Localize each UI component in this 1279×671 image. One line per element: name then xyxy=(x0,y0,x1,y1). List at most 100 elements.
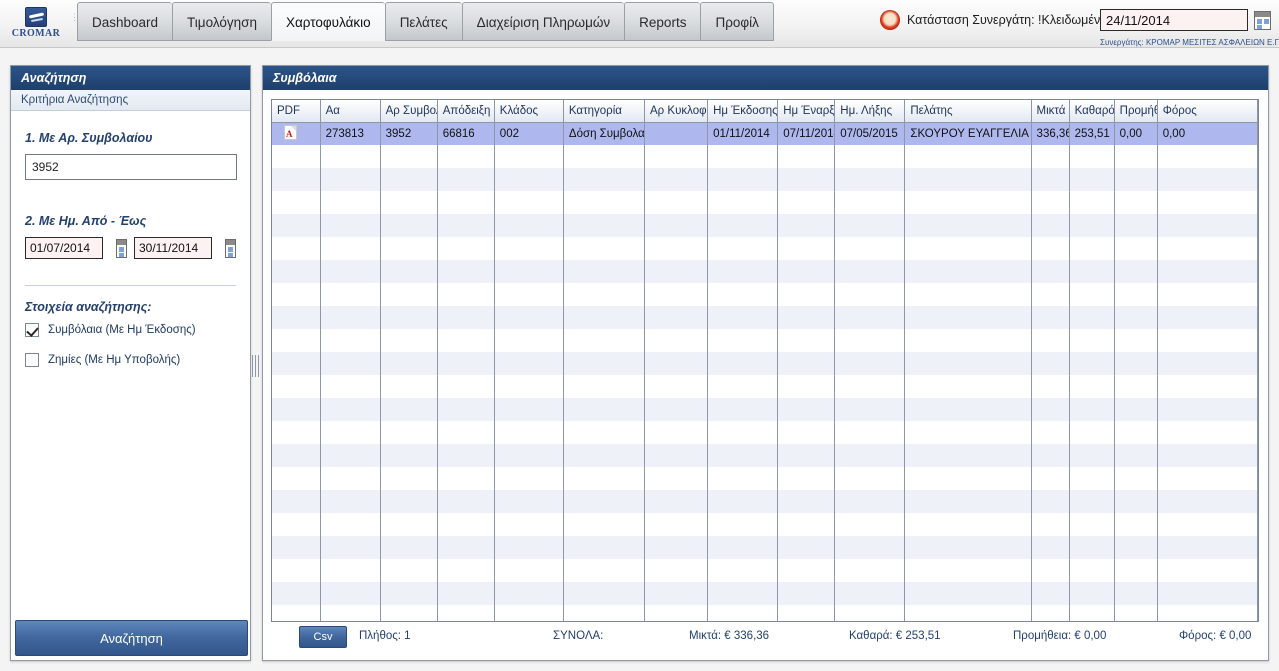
option-claims[interactable]: Ζημίες (Με Ημ Υποβολής) xyxy=(25,353,236,367)
grid-cell-empty xyxy=(437,214,495,237)
grid-cell-empty xyxy=(707,490,779,513)
grid-cell-empty xyxy=(1114,513,1158,536)
table-row-empty[interactable] xyxy=(272,375,1258,398)
nav-tab-6[interactable]: Reports xyxy=(624,2,701,41)
grid-header-cell[interactable]: Ημ. Λήξης xyxy=(834,100,906,123)
grid-header-cell[interactable]: Ημ Έναρξης xyxy=(777,100,836,123)
table-row-empty[interactable] xyxy=(272,191,1258,214)
nav-tab-3[interactable]: Χαρτοφυλάκιο xyxy=(270,2,385,41)
grid-header-cell[interactable]: Ημ Έκδοσης xyxy=(707,100,779,123)
grid-cell-empty xyxy=(1069,306,1115,329)
grid-cell-empty xyxy=(272,513,321,536)
grid-cell-empty xyxy=(904,260,1032,283)
option-policies[interactable]: Συμβόλαια (Με Ημ Έκδοσης) xyxy=(25,323,236,337)
nav-tab-2[interactable]: Τιμολόγηση xyxy=(172,2,271,41)
nav-tab-7[interactable]: Προφίλ xyxy=(700,2,774,41)
grid-cell-empty xyxy=(1114,191,1158,214)
grid-cell-empty xyxy=(437,283,495,306)
grid-header-cell[interactable]: Απόδειξη xyxy=(437,100,495,123)
table-row-empty[interactable] xyxy=(272,214,1258,237)
grid-header-cell[interactable]: Αρ Κυκλοφο xyxy=(644,100,709,123)
calendar-icon[interactable] xyxy=(1254,10,1271,30)
policy-number-input[interactable] xyxy=(25,154,237,180)
grid-cell-empty xyxy=(380,168,438,191)
table-row-empty[interactable] xyxy=(272,536,1258,559)
nav-tab-1[interactable]: Dashboard xyxy=(77,2,173,41)
table-row[interactable]: 273813395266816002Δόση Συμβολα 01/11/2014… xyxy=(272,122,1258,145)
grid-header-cell[interactable]: Καθαρό xyxy=(1069,100,1115,123)
grid-cell-empty xyxy=(494,168,564,191)
grid-header-cell[interactable]: PDF xyxy=(272,100,321,123)
grid-header-cell[interactable]: Πελάτης xyxy=(904,100,1032,123)
grid-cell-empty xyxy=(563,536,646,559)
grid-cell-empty xyxy=(563,605,646,621)
grid-cell-empty xyxy=(1031,283,1070,306)
results-grid-container[interactable]: PDF Αα Αρ Συμβολ Απόδειξη Κλάδος Κατηγορία Αρ … xyxy=(271,99,1259,622)
nav-tab-4[interactable]: Πελάτες xyxy=(384,2,462,41)
results-panel-title: Συμβόλαια xyxy=(263,66,1268,90)
grid-cell-empty xyxy=(272,214,321,237)
export-csv-button[interactable]: Csv xyxy=(299,626,347,648)
grid-cell-empty xyxy=(494,145,564,168)
table-row-empty[interactable] xyxy=(272,490,1258,513)
grid-cell-empty xyxy=(494,352,564,375)
table-row-empty[interactable] xyxy=(272,421,1258,444)
grid-cell-empty xyxy=(494,582,564,605)
grid-cell-empty xyxy=(904,375,1032,398)
calendar-from-icon[interactable] xyxy=(116,238,127,258)
grid-cell-empty xyxy=(644,444,709,467)
grid-cell-empty xyxy=(437,237,495,260)
grid-cell-empty xyxy=(494,260,564,283)
calendar-to-icon[interactable] xyxy=(225,238,236,258)
cromar-logo[interactable]: CROMAR xyxy=(8,3,64,43)
grid-header-cell[interactable]: Κατηγορία xyxy=(563,100,646,123)
search-submit-button[interactable]: Αναζήτηση xyxy=(15,620,248,656)
grid-header-cell[interactable]: Προμήθε xyxy=(1114,100,1158,123)
grid-cell-empty xyxy=(437,513,495,536)
grid-header-cell[interactable]: Φόρος xyxy=(1157,100,1258,123)
grid-cell-empty xyxy=(644,582,709,605)
table-row-empty[interactable] xyxy=(272,329,1258,352)
grid-header-cell[interactable]: Κλάδος xyxy=(494,100,564,123)
pdf-icon[interactable] xyxy=(284,124,297,140)
panel-splitter[interactable] xyxy=(250,65,261,661)
table-row-empty[interactable] xyxy=(272,605,1258,621)
table-row-empty[interactable] xyxy=(272,582,1258,605)
grid-cell-empty xyxy=(707,329,779,352)
splitter-grip[interactable] xyxy=(252,355,259,377)
grid-cell-empty xyxy=(777,283,836,306)
grid-cell-empty xyxy=(380,306,438,329)
nav-tab-5[interactable]: Διαχείριση Πληρωμών xyxy=(461,2,625,41)
date-to-input[interactable] xyxy=(134,237,212,259)
table-row-empty[interactable] xyxy=(272,398,1258,421)
table-row-empty[interactable] xyxy=(272,559,1258,582)
grid-cell-empty xyxy=(494,214,564,237)
checkbox-claims[interactable] xyxy=(25,353,39,367)
grid-cell-empty xyxy=(563,237,646,260)
date-from-input[interactable] xyxy=(25,237,103,259)
header-date-input[interactable] xyxy=(1100,9,1248,31)
table-row-empty[interactable] xyxy=(272,306,1258,329)
table-row-empty[interactable] xyxy=(272,237,1258,260)
grid-cell-empty xyxy=(834,260,906,283)
grid-cell-empty xyxy=(777,191,836,214)
grid-cell-empty xyxy=(494,536,564,559)
table-row-empty[interactable] xyxy=(272,145,1258,168)
table-row-empty[interactable] xyxy=(272,168,1258,191)
grid-header-cell[interactable]: Μικτά xyxy=(1031,100,1070,123)
table-row-empty[interactable] xyxy=(272,352,1258,375)
table-row-empty[interactable] xyxy=(272,467,1258,490)
grid-cell-empty xyxy=(777,490,836,513)
table-row-empty[interactable] xyxy=(272,513,1258,536)
grid-header-cell[interactable]: Αρ Συμβολ xyxy=(380,100,438,123)
grid-header-cell[interactable]: Αα xyxy=(320,100,381,123)
grid-cell-empty xyxy=(644,559,709,582)
divider xyxy=(25,285,236,286)
gross-total-label: Μικτά: € 336,36 xyxy=(689,630,770,642)
grid-cell-empty xyxy=(494,421,564,444)
table-row-empty[interactable] xyxy=(272,260,1258,283)
table-row-empty[interactable] xyxy=(272,283,1258,306)
checkbox-policies[interactable] xyxy=(25,323,39,337)
grid-cell-empty xyxy=(644,260,709,283)
table-row-empty[interactable] xyxy=(272,444,1258,467)
